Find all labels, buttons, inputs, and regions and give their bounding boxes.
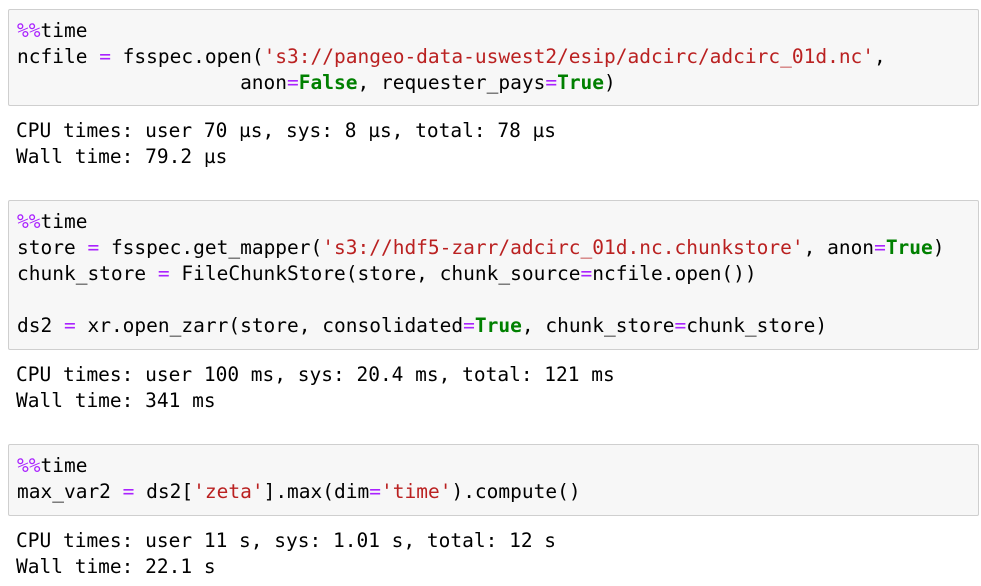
code-cell-1-output: CPU times: user 70 µs, sys: 8 µs, total:… — [8, 118, 979, 178]
code-token: , anon — [803, 236, 875, 259]
operator: = — [157, 262, 170, 285]
code-line: %%time — [17, 18, 87, 44]
magic-command: time — [40, 19, 88, 42]
code-token: , chunk_store — [521, 314, 675, 337]
code-line: max_var2 = ds2['zeta'].max(dim='time').c… — [17, 479, 581, 505]
code-line: %%time — [17, 209, 87, 235]
operator: = — [87, 236, 100, 259]
operator: = — [580, 262, 593, 285]
string-literal: 's3://hdf5-zarr/adcirc_01d.nc.chunkstore… — [322, 236, 804, 259]
code-token: ) — [604, 71, 616, 94]
code-token: FileChunkStore(store, chunk_source — [169, 262, 581, 285]
code-line: ds2 = xr.open_zarr(store, consolidated=T… — [17, 313, 827, 339]
string-literal: 'time' — [381, 480, 452, 503]
operator: = — [287, 71, 299, 94]
operator: = — [99, 45, 111, 68]
keyword: True — [474, 314, 522, 337]
keyword: True — [557, 71, 605, 94]
operator: = — [369, 480, 381, 503]
code-token: max_var2 — [17, 480, 123, 503]
code-token: ds2[ — [134, 480, 194, 503]
code-token: ncfile — [17, 45, 100, 68]
code-token: ).compute() — [451, 480, 581, 503]
output-line: CPU times: user 11 s, sys: 1.01 s, total… — [16, 529, 557, 552]
code-token: fsspec.open( — [110, 45, 264, 68]
magic-command: time — [40, 210, 88, 233]
code-token: ) — [932, 236, 945, 259]
operator: = — [674, 314, 687, 337]
output-line: Wall time: 341 ms — [16, 389, 216, 412]
string-literal: 'zeta' — [193, 480, 264, 503]
code-line: %%time — [17, 453, 87, 479]
operator: = — [463, 314, 475, 337]
code-line: anon=False, requester_pays=True) — [17, 70, 616, 96]
magic-prefix: %% — [17, 454, 41, 477]
code-cell-1-input[interactable]: %%time ncfile = fsspec.open('s3://pangeo… — [8, 9, 979, 106]
operator: = — [122, 480, 135, 503]
code-token: chunk_store — [17, 262, 158, 285]
code-token: ].max(dim — [263, 480, 370, 503]
code-token: fsspec.get_mapper( — [99, 236, 323, 259]
output-line: CPU times: user 70 µs, sys: 8 µs, total:… — [16, 119, 557, 142]
code-token: store — [17, 236, 88, 259]
code-cell-2-output: CPU times: user 100 ms, sys: 20.4 ms, to… — [8, 362, 979, 422]
code-line: ncfile = fsspec.open('s3://pangeo-data-u… — [17, 44, 886, 70]
code-token: , — [874, 45, 886, 68]
magic-prefix: %% — [17, 19, 41, 42]
operator: = — [545, 71, 558, 94]
code-token: anon — [240, 71, 288, 94]
code-cell-2-input[interactable]: %%time store = fsspec.get_mapper('s3://h… — [8, 200, 979, 350]
operator: = — [63, 314, 76, 337]
code-line: store = fsspec.get_mapper('s3://hdf5-zar… — [17, 235, 945, 261]
code-token: , requester_pays — [357, 71, 546, 94]
magic-command: time — [40, 454, 88, 477]
output-line: CPU times: user 100 ms, sys: 20.4 ms, to… — [16, 363, 615, 386]
operator: = — [874, 236, 886, 259]
keyword: True — [885, 236, 933, 259]
code-cell-3-output: CPU times: user 11 s, sys: 1.01 s, total… — [8, 528, 979, 584]
code-token: ds2 — [17, 314, 64, 337]
code-token: xr.open_zarr(store, consolidated — [75, 314, 464, 337]
string-literal: 's3://pangeo-data-uswest2/esip/adcirc/ad… — [263, 45, 875, 68]
code-token: ncfile.open()) — [592, 262, 757, 285]
code-line: chunk_store = FileChunkStore(store, chun… — [17, 261, 757, 287]
output-line: Wall time: 79.2 µs — [16, 145, 228, 168]
code-token: chunk_store) — [686, 314, 828, 337]
output-line: Wall time: 22.1 s — [16, 555, 216, 578]
magic-prefix: %% — [17, 210, 41, 233]
code-cell-3-input[interactable]: %%time max_var2 = ds2['zeta'].max(dim='t… — [8, 444, 979, 516]
keyword: False — [298, 71, 358, 94]
